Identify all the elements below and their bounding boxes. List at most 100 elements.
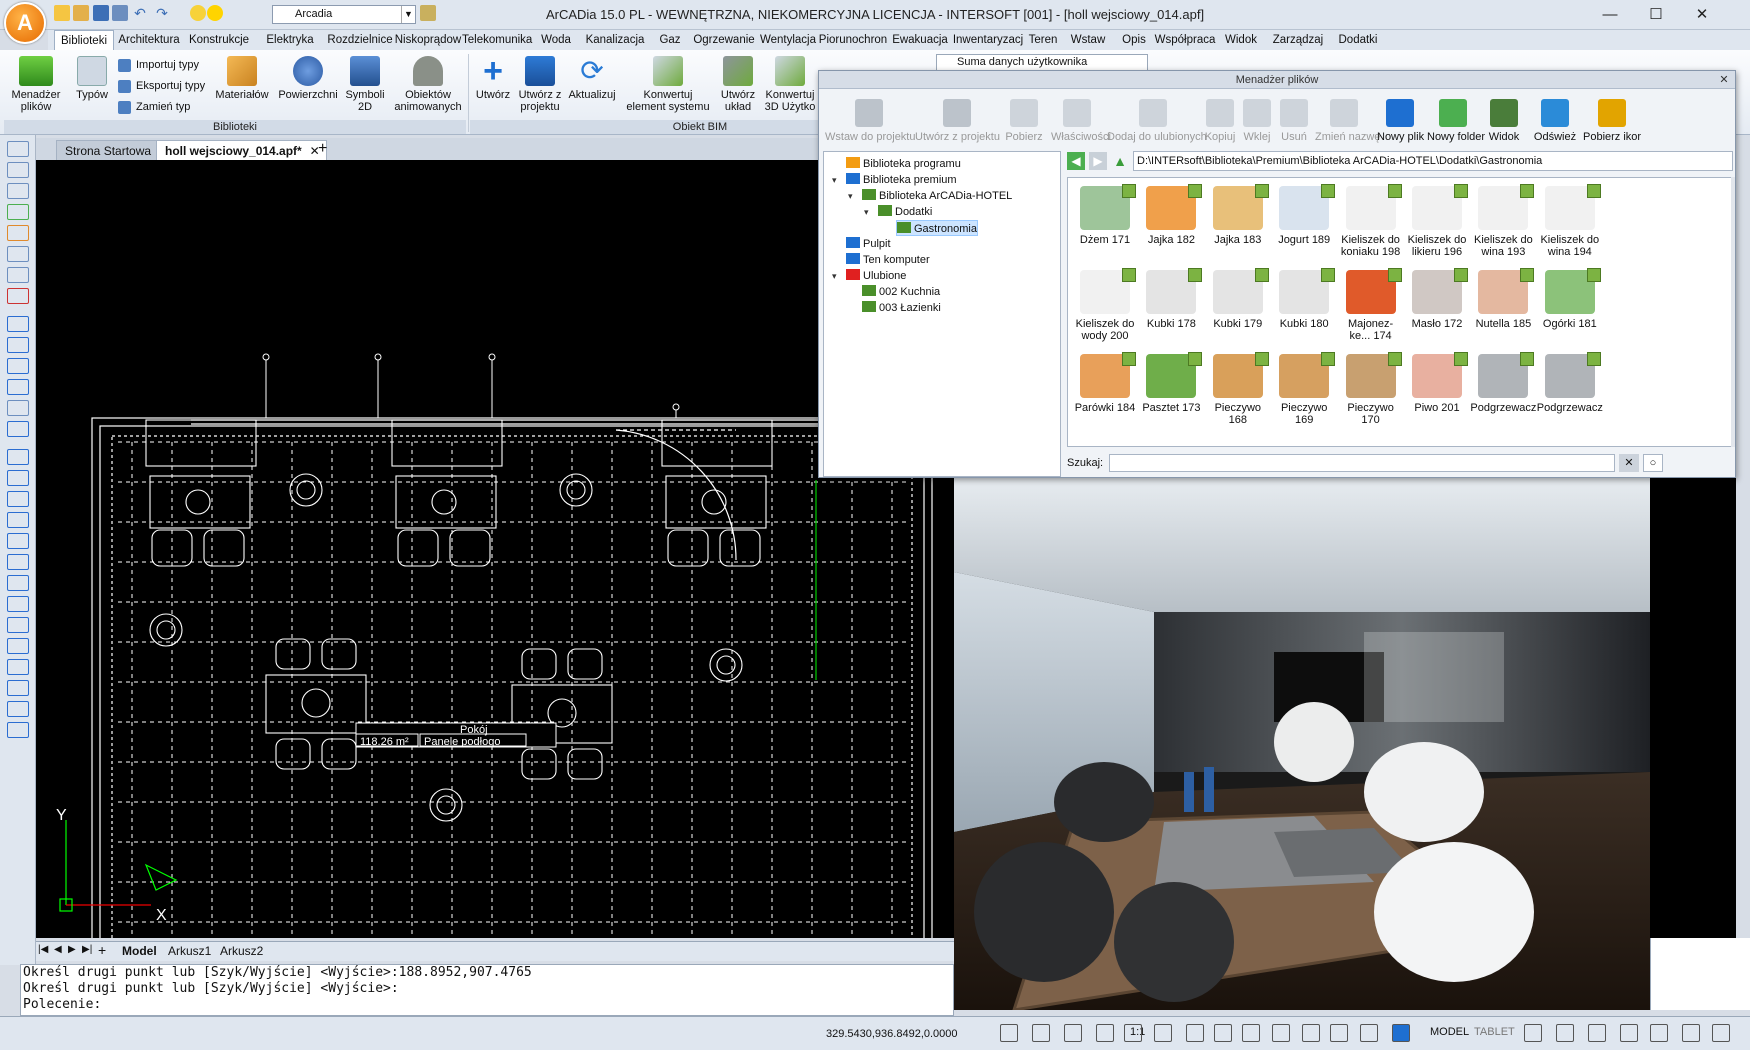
status-toggle-icon-13[interactable] — [1360, 1024, 1378, 1042]
left-tool-icon-1[interactable] — [7, 141, 29, 157]
tree-node-7[interactable]: Ten komputer — [846, 252, 930, 268]
left-tool-icon-10[interactable] — [7, 337, 29, 353]
status-toggle-icon-10[interactable] — [1272, 1024, 1290, 1042]
tree-node-2[interactable]: Biblioteka premium — [846, 172, 957, 188]
maximize-button[interactable]: ☐ — [1633, 0, 1679, 30]
fm-toolbar-button-5[interactable]: Dodaj do ulubionych — [1107, 99, 1207, 143]
menu-tab-13[interactable]: Piorunochron — [818, 30, 888, 50]
menu-tab-16[interactable]: Teren — [1024, 30, 1062, 50]
status-toggle-icon-3[interactable] — [1064, 1024, 1082, 1042]
menu-tab-6[interactable]: Niskoprądow — [394, 30, 462, 50]
fm-toolbar-button-2[interactable]: Utwórz z projektu — [915, 99, 1000, 143]
left-tool-icon-18[interactable] — [7, 512, 29, 528]
left-tool-icon-22[interactable] — [7, 596, 29, 612]
materials-button[interactable]: Materiałów — [212, 56, 272, 101]
status-toggle-icon-17[interactable] — [1588, 1024, 1606, 1042]
clear-search-icon[interactable]: ✕ — [1619, 454, 1639, 472]
left-tool-icon-15[interactable] — [7, 449, 29, 465]
status-toggle-icon-14[interactable] — [1392, 1024, 1410, 1042]
left-tool-icon-7[interactable] — [7, 267, 29, 283]
left-tool-icon-14[interactable] — [7, 421, 29, 437]
menu-tab-12[interactable]: Wentylacja — [758, 30, 818, 50]
left-tool-icon-17[interactable] — [7, 491, 29, 507]
fm-toolbar-button-9[interactable]: Zmień nazwę — [1315, 99, 1380, 143]
menu-tab-7[interactable]: Telekomunika — [462, 30, 532, 50]
convert-3d-button[interactable]: Konwertuj 3D Użytko — [760, 56, 820, 113]
file-manager-button[interactable]: Menadżer plików — [6, 56, 66, 113]
library-item[interactable]: Kubki 178 — [1138, 264, 1204, 350]
menu-tab-17[interactable]: Wstaw — [1062, 30, 1114, 50]
menu-tab-18[interactable]: Opis — [1114, 30, 1154, 50]
library-item[interactable]: Kieliszek do wina 193 — [1470, 180, 1536, 266]
left-tool-icon-20[interactable] — [7, 554, 29, 570]
tree-node-4[interactable]: Dodatki — [878, 204, 932, 220]
menu-tab-4[interactable]: Elektryka — [254, 30, 326, 50]
status-toggle-icon-5[interactable] — [1124, 1024, 1142, 1042]
create-button[interactable]: + Utwórz — [472, 54, 514, 101]
menu-tab-11[interactable]: Ogrzewanie — [690, 30, 758, 50]
menu-tab-1[interactable]: Biblioteki — [54, 30, 114, 50]
status-toggle-icon-20[interactable] — [1682, 1024, 1700, 1042]
left-tool-icon-11[interactable] — [7, 358, 29, 374]
left-tool-icon-9[interactable] — [7, 316, 29, 332]
render-viewport[interactable] — [954, 472, 1650, 1010]
sun-icon[interactable] — [207, 5, 223, 21]
left-tool-icon-21[interactable] — [7, 575, 29, 591]
fm-toolbar-button-8[interactable]: Usuń — [1277, 99, 1311, 143]
left-tool-icon-5[interactable] — [7, 225, 29, 241]
layer-select[interactable]: Arcadia ▼ — [272, 5, 416, 24]
library-item[interactable]: Podgrzewacz — [1537, 348, 1603, 434]
tree-expander-icon[interactable]: ▾ — [848, 191, 853, 202]
left-tool-icon-16[interactable] — [7, 470, 29, 486]
search-input[interactable] — [1109, 454, 1615, 472]
menu-tab-8[interactable]: Woda — [532, 30, 580, 50]
model-toggle[interactable]: MODEL — [1430, 1026, 1469, 1038]
add-layout-icon[interactable]: + — [98, 942, 106, 958]
menu-tab-22[interactable]: Dodatki — [1330, 30, 1386, 50]
symbols-2d-button[interactable]: Symboli 2D — [342, 56, 388, 113]
fm-toolbar-button-10[interactable]: Nowy plik — [1377, 99, 1424, 143]
status-toggle-icon-21[interactable] — [1712, 1024, 1730, 1042]
menu-tab-2[interactable]: Architektura — [114, 30, 184, 50]
left-tool-icon-8[interactable] — [7, 288, 29, 304]
tree-node-8[interactable]: Ulubione — [846, 268, 906, 284]
library-item[interactable]: Jajka 182 — [1138, 180, 1204, 266]
status-toggle-icon-16[interactable] — [1556, 1024, 1574, 1042]
library-item[interactable]: Jogurt 189 — [1271, 180, 1337, 266]
left-tool-icon-26[interactable] — [7, 680, 29, 696]
undo-icon[interactable]: ↶ — [132, 5, 148, 21]
user-data-select[interactable]: Suma danych użytkownika — [936, 54, 1148, 71]
tree-expander-icon[interactable]: ▾ — [864, 207, 869, 218]
convert-system-element-button[interactable]: Konwertuj element systemu — [620, 56, 716, 113]
import-types-button[interactable]: Importuj typy — [118, 56, 199, 74]
fm-toolbar-button-14[interactable]: Pobierz ikor — [1583, 99, 1641, 143]
menu-tab-3[interactable]: Konstrukcje — [184, 30, 254, 50]
left-tool-icon-28[interactable] — [7, 722, 29, 738]
left-tool-icon-6[interactable] — [7, 246, 29, 262]
library-item[interactable]: Ogórki 181 — [1537, 264, 1603, 350]
left-tool-icon-13[interactable] — [7, 400, 29, 416]
open-folder-icon[interactable] — [73, 5, 89, 21]
library-item[interactable]: Kieliszek do wina 194 — [1537, 180, 1603, 266]
up-arrow-icon[interactable]: ▲ — [1111, 152, 1129, 170]
menu-tab-21[interactable]: Zarządzaj — [1266, 30, 1330, 50]
library-item[interactable]: Kieliszek do wody 200 — [1072, 264, 1138, 350]
next-tab-icon[interactable]: ▶ — [68, 944, 76, 955]
menu-tab-15[interactable]: Inwentaryzacj — [952, 30, 1024, 50]
library-item[interactable]: Kieliszek do likieru 196 — [1404, 180, 1470, 266]
left-tool-icon-25[interactable] — [7, 659, 29, 675]
tree-node-3[interactable]: Biblioteka ArCADia-HOTEL — [862, 188, 1012, 204]
status-toggle-icon-19[interactable] — [1650, 1024, 1668, 1042]
types-button[interactable]: Typów — [70, 56, 114, 101]
export-types-button[interactable]: Eksportuj typy — [118, 77, 205, 95]
close-dialog-icon[interactable]: ✕ — [1717, 73, 1731, 87]
status-toggle-icon-15[interactable] — [1524, 1024, 1542, 1042]
menu-tab-9[interactable]: Kanalizacja — [580, 30, 650, 50]
prev-tab-icon[interactable]: ◀ — [54, 944, 62, 955]
back-arrow-icon[interactable]: ◀ — [1067, 152, 1085, 170]
chevron-down-icon[interactable]: ▼ — [401, 6, 415, 23]
library-item[interactable]: Podgrzewacz — [1470, 348, 1536, 434]
menu-tab-20[interactable]: Widok — [1216, 30, 1266, 50]
fm-toolbar-button-3[interactable]: Pobierz — [1001, 99, 1047, 143]
left-tool-icon-3[interactable] — [7, 183, 29, 199]
